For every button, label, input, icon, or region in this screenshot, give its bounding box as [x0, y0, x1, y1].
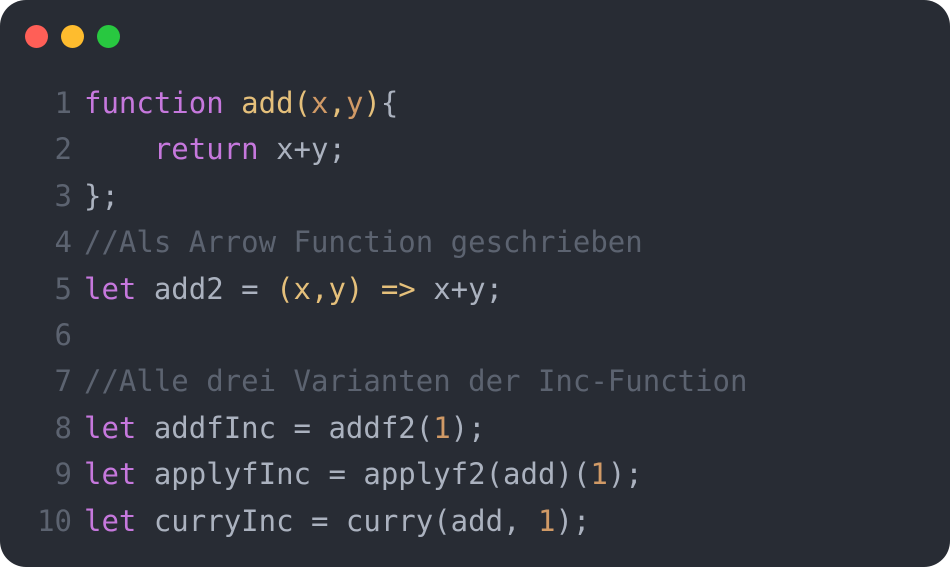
code-text: let applyfInc = applyf2(add)(1); [84, 451, 643, 497]
code-text: let curryInc = curry(add, 1); [84, 498, 590, 544]
line-number: 4 [54, 225, 72, 260]
code-token-keyword: function [84, 86, 224, 120]
code-token-keyword: let [84, 457, 137, 492]
code-text: function add(x,y){ [84, 80, 398, 126]
line-number: 6 [54, 317, 72, 352]
code-token-comment: //Als Arrow Function geschrieben [84, 225, 643, 260]
code-token-function: ) [363, 86, 381, 120]
code-token-default: ); [555, 503, 591, 538]
code-token-comment: //Alle drei Varianten der Inc-Function [84, 364, 748, 399]
minimize-window-icon[interactable] [61, 25, 84, 48]
code-token-default: }; [84, 178, 119, 213]
code-token-default [224, 86, 241, 120]
code-token-number: 1 [590, 457, 608, 492]
code-token-function: , [328, 86, 346, 120]
line-number: 5 [54, 271, 72, 306]
line-number: 8 [54, 410, 72, 445]
code-line[interactable]: 2 return x+y; [0, 126, 950, 172]
code-line[interactable]: 3}; [0, 173, 950, 219]
code-token-default: ); [450, 410, 486, 445]
code-token-default: applyfInc = applyf2(add)( [136, 457, 591, 492]
code-token-default: add2 = [136, 271, 277, 306]
code-token-number: 1 [537, 503, 556, 538]
code-text: return x+y; [84, 126, 346, 172]
line-number: 2 [54, 132, 72, 167]
code-token-number: 1 [433, 410, 451, 445]
line-number: 10 [37, 503, 72, 538]
code-line[interactable]: 10 let curryInc = curry(add, 1); [0, 498, 950, 544]
code-text: let addfInc = addf2(1); [84, 405, 486, 451]
code-line[interactable]: 1 function add(x,y){ [0, 80, 950, 126]
code-line[interactable]: 9 let applyfInc = applyf2(add)(1); [0, 451, 950, 497]
code-text: let add2 = (x,y) => x+y; [84, 266, 503, 312]
code-text: //Als Arrow Function geschrieben [84, 219, 643, 265]
code-token-function: add [241, 86, 294, 120]
code-window: 1 function add(x,y){2 return x+y; 3}; 4//Al… [0, 0, 950, 567]
code-line[interactable]: 8 let addfInc = addf2(1); [0, 405, 950, 451]
code-token-keyword: let [84, 271, 137, 306]
code-text: //Alle drei Varianten der Inc-Function [84, 358, 747, 404]
code-text: }; [84, 173, 119, 219]
code-token-default: x+y; [415, 271, 504, 306]
code-token-keyword: return [153, 132, 259, 167]
code-line[interactable]: 6 [0, 312, 950, 358]
line-number: 3 [54, 178, 72, 213]
close-window-icon[interactable] [25, 25, 48, 48]
code-token-function: ( [293, 86, 312, 120]
window-titlebar [0, 0, 950, 72]
code-token-keyword: let [84, 410, 137, 445]
code-token-default [84, 132, 154, 166]
code-token-default: { [380, 86, 399, 120]
code-token-default: addfInc = addf2( [136, 410, 434, 445]
zoom-window-icon[interactable] [97, 25, 120, 48]
code-token-keyword: let [84, 503, 137, 538]
line-number: 9 [54, 457, 72, 492]
code-editor[interactable]: 1 function add(x,y){2 return x+y; 3}; 4//Al… [0, 80, 950, 544]
code-line[interactable]: 4 //Als Arrow Function geschrieben [0, 219, 950, 265]
code-line[interactable]: 5 let add2 = (x,y) => x+y; [0, 266, 950, 312]
line-number: 1 [54, 86, 72, 120]
code-token-default: ); [607, 457, 643, 492]
code-token-param: y [345, 86, 364, 120]
code-token-default: x+y; [258, 132, 346, 167]
code-token-function: (x,y) => [276, 271, 416, 306]
code-line[interactable]: 7 //Alle drei Varianten der Inc-Function [0, 358, 950, 404]
code-token-param: x [311, 86, 329, 120]
line-number: 7 [54, 364, 72, 399]
code-token-default: curryInc = curry(add, [136, 503, 538, 538]
